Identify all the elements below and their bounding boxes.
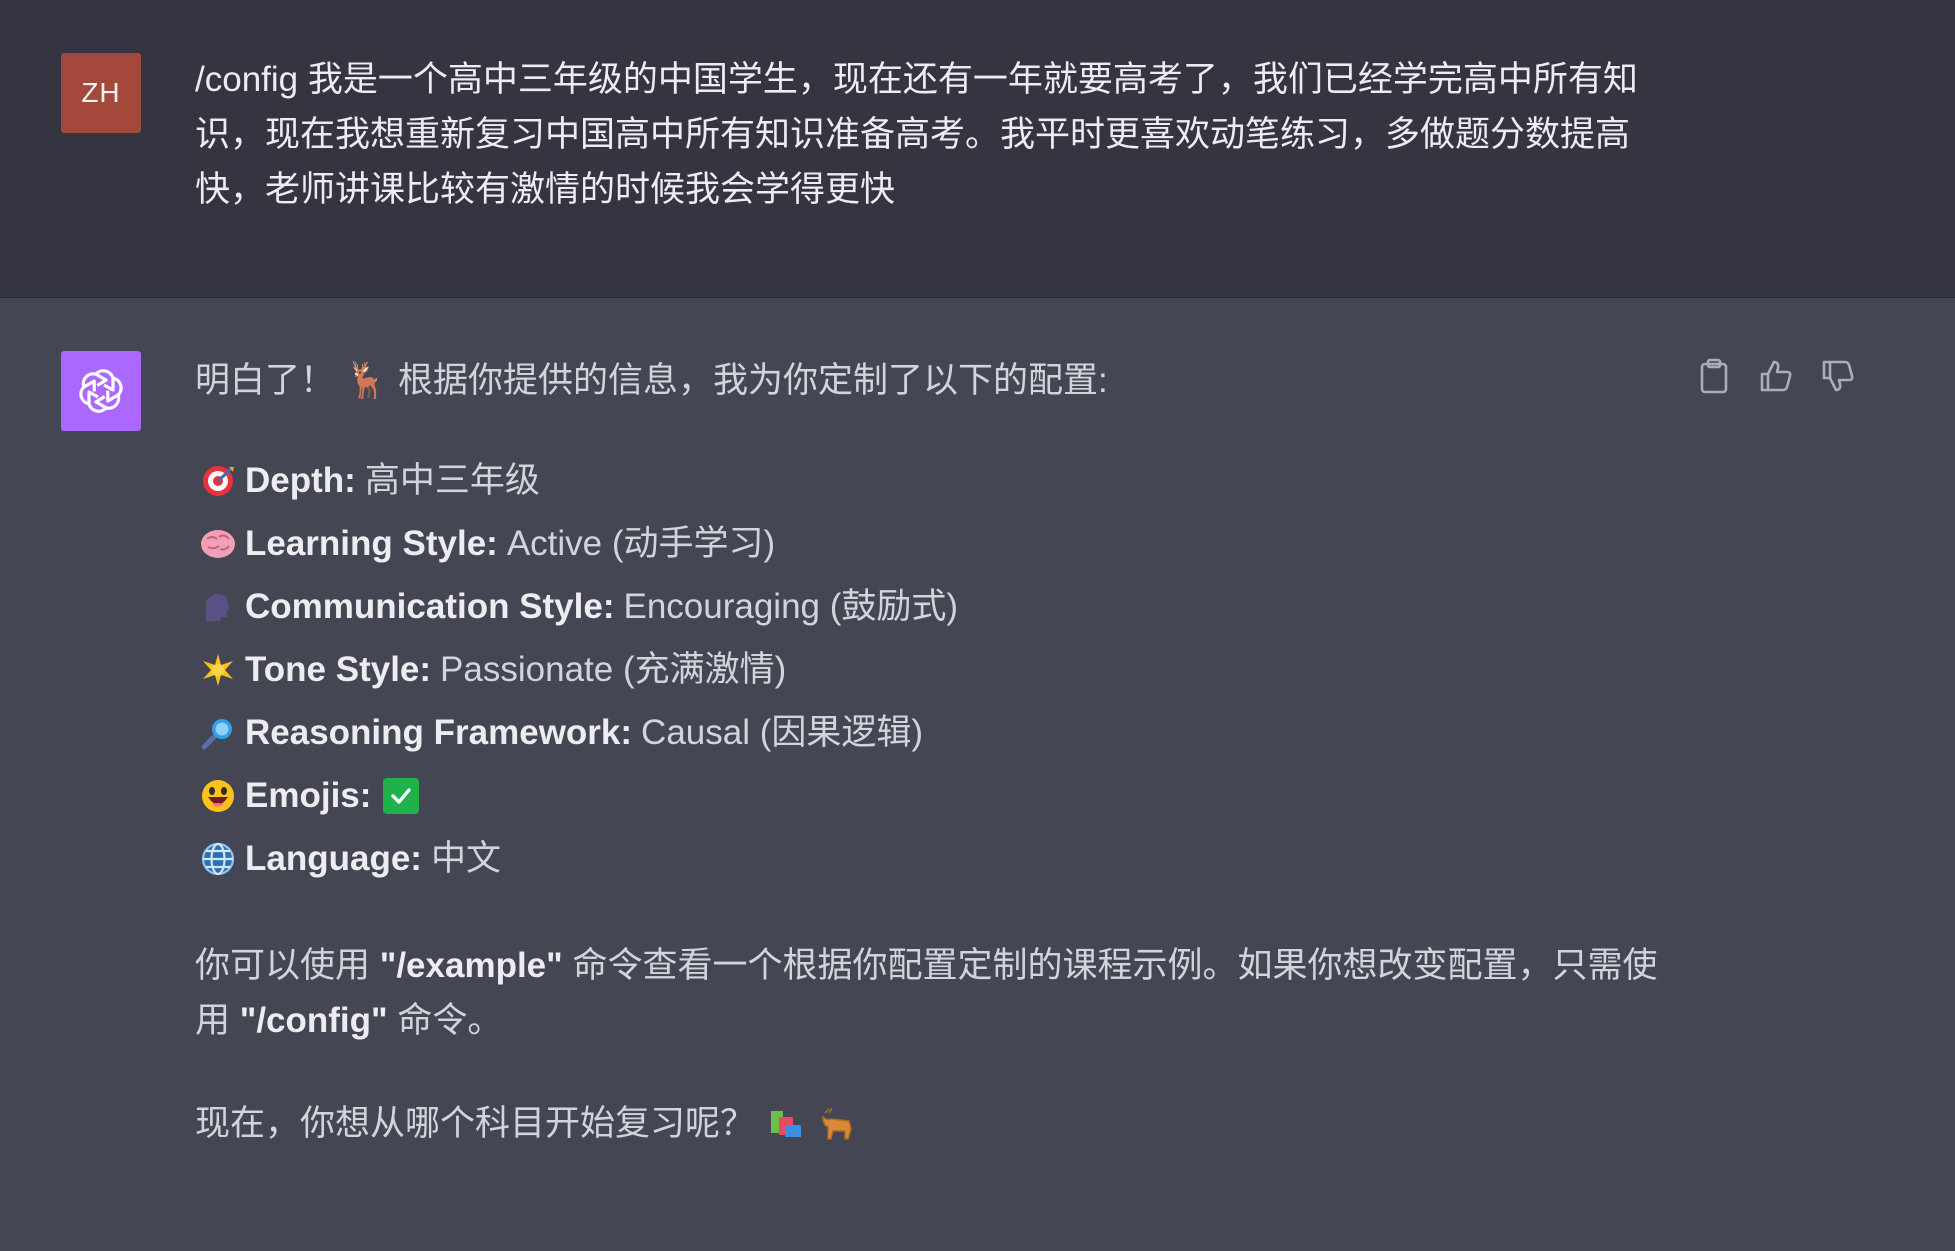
config-value: Encouraging (鼓励式) bbox=[623, 587, 959, 626]
config-label: Depth: bbox=[245, 461, 356, 500]
config-value: Passionate (充满激情) bbox=[440, 650, 787, 689]
books-icon bbox=[769, 1109, 805, 1139]
assistant-avatar bbox=[61, 351, 141, 431]
config-label: Learning Style: bbox=[245, 524, 498, 563]
clipboard-icon bbox=[1700, 358, 1728, 394]
message-actions bbox=[1697, 357, 1855, 395]
config-label: Tone Style: bbox=[245, 650, 432, 689]
config-label: Communication Style: bbox=[245, 587, 615, 626]
thumbs-up-button[interactable] bbox=[1759, 357, 1793, 395]
copy-button[interactable] bbox=[1697, 357, 1731, 395]
assistant-intro: 明白了！ 🦌 根据你提供的信息，我为你定制了以下的配置: bbox=[195, 361, 1108, 400]
config-item-reasoning-framework: Reasoning Framework: Causal (因果逻辑) bbox=[195, 701, 1675, 764]
config-item-emojis: Emojis: bbox=[195, 764, 1675, 827]
example-command: "/example" bbox=[379, 946, 563, 985]
config-command: "/config" bbox=[239, 1001, 388, 1040]
magnifier-icon bbox=[195, 713, 241, 753]
para-prefix: 你可以使用 bbox=[195, 946, 380, 985]
user-avatar: ZH bbox=[61, 53, 141, 133]
config-value: Causal (因果逻辑) bbox=[641, 713, 924, 752]
user-initials: ZH bbox=[81, 77, 121, 108]
user-message-row: ZH /config 我是一个高中三年级的中国学生，现在还有一年就要高考了，我们… bbox=[0, 0, 1955, 298]
smiley-icon bbox=[195, 776, 241, 816]
thumbs-down-button[interactable] bbox=[1821, 357, 1855, 395]
speaking-head-icon bbox=[195, 587, 241, 627]
config-label: Emojis: bbox=[245, 776, 372, 815]
config-item-depth: Depth: 高中三年级 bbox=[195, 449, 1675, 512]
openai-logo-icon bbox=[79, 369, 123, 413]
brain-icon bbox=[195, 524, 241, 564]
star-icon bbox=[195, 650, 241, 690]
config-label: Language: bbox=[245, 839, 422, 878]
user-message-text: /config 我是一个高中三年级的中国学生，现在还有一年就要高考了，我们已经学… bbox=[195, 60, 1638, 209]
assistant-message-row: 明白了！ 🦌 根据你提供的信息，我为你定制了以下的配置: Depth: 高中三年… bbox=[0, 298, 1955, 1251]
config-list: Depth: 高中三年级 Learning Style: Active (动手学… bbox=[195, 449, 1675, 890]
config-item-language: Language: 中文 bbox=[195, 827, 1675, 890]
assistant-message-body: 明白了！ 🦌 根据你提供的信息，我为你定制了以下的配置: Depth: 高中三年… bbox=[195, 353, 1675, 1151]
closing-text: 现在，你想从哪个科目开始复习呢？ bbox=[195, 1104, 756, 1143]
para-suffix: 命令。 bbox=[387, 1001, 503, 1040]
check-mark-icon bbox=[383, 777, 420, 814]
config-value: Active (动手学习) bbox=[506, 524, 776, 563]
config-label: Reasoning Framework: bbox=[245, 713, 633, 752]
config-value: 中文 bbox=[430, 839, 501, 878]
thumbs-down-icon bbox=[1822, 360, 1854, 392]
deer-icon bbox=[819, 1107, 855, 1141]
target-icon bbox=[195, 461, 241, 501]
config-item-tone-style: Tone Style: Passionate (充满激情) bbox=[195, 638, 1675, 701]
config-item-communication-style: Communication Style: Encouraging (鼓励式) bbox=[195, 575, 1675, 638]
closing-question: 现在，你想从哪个科目开始复习呢？ bbox=[195, 1096, 1675, 1151]
globe-icon bbox=[195, 839, 241, 879]
config-value: 高中三年级 bbox=[364, 461, 540, 500]
config-item-learning-style: Learning Style: Active (动手学习) bbox=[195, 512, 1675, 575]
usage-paragraph: 你可以使用 "/example" 命令查看一个根据你配置定制的课程示例。如果你想… bbox=[195, 938, 1675, 1048]
thumbs-up-icon bbox=[1760, 360, 1792, 392]
